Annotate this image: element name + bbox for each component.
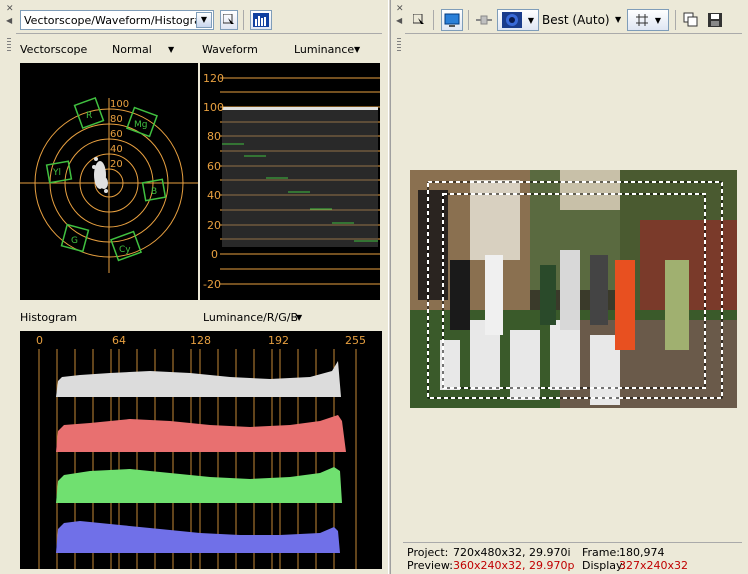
waveform-mode[interactable]: Luminance (294, 43, 354, 56)
waveform-tick-40: 40 (207, 189, 221, 202)
pointer-icon (223, 14, 234, 26)
target-g: G (71, 236, 78, 246)
vectorscope-title: Vectorscope (20, 43, 88, 56)
waveform-tick-100: 100 (203, 101, 224, 114)
histogram-red-channel (56, 415, 346, 452)
frame-label: Frame: (582, 546, 620, 559)
histogram-tick-64: 64 (112, 334, 126, 347)
split-screen-icon (476, 15, 492, 25)
waveform-display: 120 100 80 60 40 20 0 -20 (200, 63, 380, 300)
frame-value: 180,974 (619, 546, 665, 559)
target-yl: Yl (52, 168, 61, 178)
external-monitor-button[interactable] (441, 9, 463, 31)
ring-label-20: 20 (110, 159, 123, 170)
grid-button[interactable]: ▼ (627, 9, 669, 31)
toolbar-divider (16, 33, 382, 34)
histogram-tick-128: 128 (190, 334, 211, 347)
copy-snapshot-button[interactable] (683, 12, 699, 28)
preview-label: Preview: (407, 559, 453, 572)
project-value: 720x480x32, 29.970i (453, 546, 571, 559)
histogram-icon (253, 13, 269, 27)
waveform-title: Waveform (202, 43, 258, 56)
vectorscope-mode-dropdown-icon[interactable]: ▼ (168, 45, 174, 54)
target-mg: Mg (134, 120, 147, 130)
vectorscope-graph: 100 80 60 40 20 R Mg B Cy G Yl (20, 97, 198, 273)
histogram-green-channel (56, 467, 342, 503)
toolbar-separator (675, 10, 676, 30)
ring-label-60: 60 (110, 129, 123, 140)
video-preview-panel: ✕ ◀ ▼ Best (Auto) ▼ ▼ Project: 720x480x3… (391, 0, 748, 574)
toolbar-separator (243, 10, 244, 30)
histogram-tick-192: 192 (268, 334, 289, 347)
ring-label-40: 40 (110, 144, 123, 155)
project-label: Project: (407, 546, 449, 559)
waveform-tick-minus20: -20 (203, 278, 221, 291)
waveform-trace (222, 107, 378, 247)
video-preview-frame[interactable] (410, 170, 737, 408)
gripper-icon[interactable] (7, 38, 11, 52)
wedding-scene-image (410, 170, 737, 408)
chevron-down-icon[interactable]: ▼ (655, 16, 661, 25)
vectorscope-mode[interactable]: Normal (112, 43, 152, 56)
vectorscope-display: 100 80 60 40 20 R Mg B Cy G Yl (20, 63, 198, 300)
update-scopes-button[interactable] (250, 10, 272, 30)
histogram-mode-dropdown-icon[interactable]: ▼ (296, 313, 302, 322)
vectorscope-trace (92, 157, 108, 193)
overlays-button[interactable]: ▼ (497, 9, 539, 31)
ring-label-80: 80 (110, 114, 123, 125)
collapse-left-icon[interactable]: ◀ (396, 16, 402, 25)
waveform-tick-80: 80 (207, 130, 221, 143)
waveform-tick-20: 20 (207, 219, 221, 232)
target-r: R (86, 111, 92, 121)
scope-layout-select-value: Vectorscope/Waveform/Histogram (24, 14, 212, 27)
preview-quality-dropdown-icon[interactable]: ▼ (615, 15, 621, 24)
split-screen-button[interactable] (475, 12, 493, 28)
waveform-graph: 120 100 80 60 40 20 0 -20 (203, 72, 380, 291)
waveform-tick-120: 120 (203, 72, 224, 85)
display-value: 327x240x32 (619, 559, 689, 572)
properties-button[interactable] (410, 10, 428, 30)
monitor-icon (444, 13, 460, 27)
preview-value: 360x240x32, 29.970p (453, 559, 575, 572)
histogram-tick-0: 0 (36, 334, 43, 347)
histogram-mode[interactable]: Luminance/R/G/B (203, 311, 298, 324)
target-b: B (151, 187, 157, 197)
settings-button[interactable] (220, 10, 238, 30)
histogram-graph: 0 64 128 192 255 (36, 334, 366, 569)
histogram-blue-channel (56, 521, 340, 553)
close-icon[interactable]: ✕ (6, 4, 14, 14)
toolbar-separator (433, 10, 434, 30)
scope-layout-select[interactable]: Vectorscope/Waveform/Histogram ▼ (20, 10, 214, 30)
gripper-icon[interactable] (397, 38, 401, 52)
overlay-icon (501, 12, 522, 28)
close-icon[interactable]: ✕ (396, 4, 404, 14)
waveform-mode-dropdown-icon[interactable]: ▼ (354, 45, 360, 54)
waveform-tick-60: 60 (207, 160, 221, 173)
pointer-icon (413, 14, 424, 26)
histogram-tick-255: 255 (345, 334, 366, 347)
chevron-down-icon[interactable]: ▼ (196, 12, 212, 28)
histogram-title: Histogram (20, 311, 78, 324)
histogram-display: 0 64 128 192 255 (20, 331, 382, 569)
copy-icon (683, 12, 698, 27)
toolbar-separator (468, 10, 469, 30)
toolbar-divider (405, 33, 742, 34)
collapse-left-icon[interactable]: ◀ (6, 16, 12, 25)
grid-icon (635, 14, 648, 26)
save-snapshot-button[interactable] (707, 12, 723, 28)
video-scopes-panel: ✕ ◀ Vectorscope/Waveform/Histogram ▼ Vec… (0, 0, 388, 574)
chevron-down-icon[interactable]: ▼ (528, 16, 534, 25)
preview-quality[interactable]: Best (Auto) (542, 13, 610, 27)
ring-label-100: 100 (110, 99, 129, 110)
save-icon (708, 13, 722, 27)
target-cy: Cy (119, 245, 131, 255)
status-divider (403, 542, 742, 543)
waveform-tick-0: 0 (211, 248, 218, 261)
